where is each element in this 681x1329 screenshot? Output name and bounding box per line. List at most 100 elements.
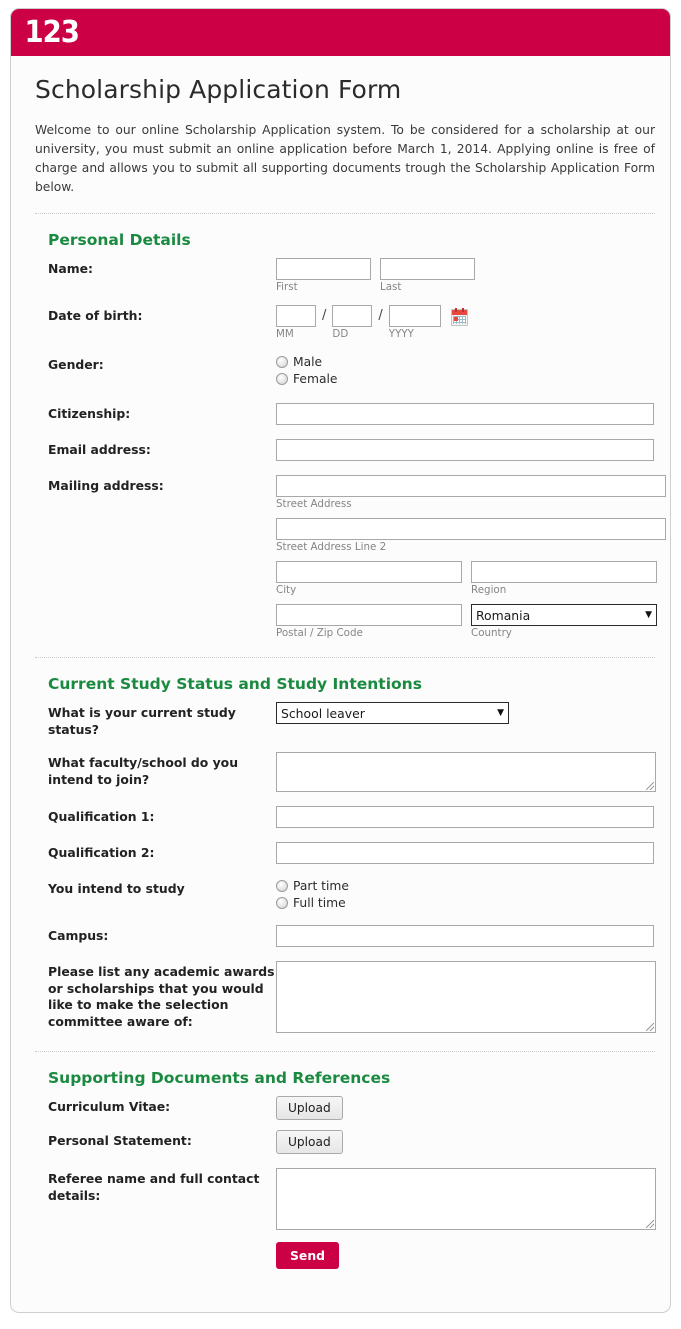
divider-personal [35,657,655,659]
divider-study [35,1051,655,1053]
form-card: 123 Scholarship Application Form Welcome… [10,8,671,1313]
first-name-input[interactable] [276,258,371,281]
label-email-address: Email address: [48,442,151,458]
street-address-2-sublabel: Street Address Line 2 [276,541,387,554]
page-title: Scholarship Application Form [35,75,402,104]
field-row-referee: Referee name and full contact details: S… [48,1168,656,1270]
label-study-status: What is your current study status? [48,705,236,737]
send-button[interactable]: Send [276,1242,340,1270]
dob-month-group: MM [276,305,316,340]
street-address-sublabel: Street Address [276,498,352,511]
street-address-2-input[interactable] [276,518,666,541]
gender-option-female-label: Female [293,372,338,387]
radio-female-icon[interactable] [276,373,288,386]
calendar-icon-marker [453,317,458,322]
study-status-select-value: School leaver [281,705,365,721]
section-heading-study: Current Study Status and Study Intention… [48,675,422,694]
intend-option-part-time[interactable]: Part time [276,879,653,893]
dob-year-sublabel: YYYY [388,328,414,341]
region-input[interactable] [471,561,657,584]
label-personal-statement: Personal Statement: [48,1133,192,1149]
postal-country-row: Postal / Zip Code Romania ▼ Country [276,604,666,639]
country-sublabel: Country [471,627,512,640]
field-row-intend-to-study: You intend to study Part time Full time [48,878,653,913]
faculty-textarea-wrap [276,752,656,793]
city-group: City [276,561,462,596]
brand-logo: 123 [24,14,79,50]
send-button-wrap: Send [276,1242,656,1270]
email-input[interactable] [276,439,654,462]
label-awards: Please list any academic awards or schol… [48,964,275,1029]
gender-option-female[interactable]: Female [276,372,653,386]
region-sublabel: Region [471,584,507,597]
upload-statement-button[interactable]: Upload [276,1130,343,1155]
intend-option-part-time-label: Part time [293,879,349,894]
radio-full-time-icon[interactable] [276,897,288,910]
city-region-row: City Region [276,561,666,596]
postal-code-input[interactable] [276,604,462,627]
study-status-select[interactable]: School leaver ▼ [276,702,509,725]
dob-day-input[interactable] [332,305,373,328]
dob-separator-1: / [322,308,327,324]
field-row-citizenship: Citizenship: [48,403,654,426]
street-address-group: Street Address [276,475,666,510]
field-row-gender: Gender: Male Female [48,354,653,389]
name-first-group: First [276,258,371,293]
label-campus: Campus: [48,928,109,944]
faculty-textarea[interactable] [276,752,656,793]
qualification-2-input[interactable] [276,842,654,865]
calendar-icon-ring-right [461,308,464,313]
field-row-email: Email address: [48,439,654,462]
chevron-down-icon: ▼ [497,708,504,719]
section-heading-personal: Personal Details [48,231,191,250]
calendar-icon[interactable] [450,308,468,327]
divider-top [35,213,655,215]
referee-textarea[interactable] [276,1168,656,1231]
field-row-qualification-2: Qualification 2: [48,842,654,865]
postal-code-sublabel: Postal / Zip Code [276,627,363,640]
dob-year-input[interactable] [388,305,441,328]
label-curriculum-vitae: Curriculum Vitae: [48,1099,171,1115]
dob-day-group: DD [332,305,373,340]
radio-male-icon[interactable] [276,356,288,369]
field-row-faculty: What faculty/school do you intend to joi… [48,752,656,793]
intend-radio-group: Part time Full time [276,878,653,910]
field-row-study-status: What is your current study status? Schoo… [48,702,653,738]
first-name-sublabel: First [276,281,298,294]
radio-part-time-icon[interactable] [276,880,288,893]
field-row-qualification-1: Qualification 1: [48,806,654,829]
intend-option-full-time-label: Full time [293,896,346,911]
dob-year-group: YYYY [388,305,441,341]
chevron-down-icon: ▼ [645,610,652,621]
label-mailing-address: Mailing address: [48,478,164,494]
field-row-campus: Campus: [48,925,654,948]
gender-option-male-label: Male [293,355,323,370]
section-heading-documents: Supporting Documents and References [48,1069,391,1088]
brand-header: 123 [11,9,670,56]
citizenship-input[interactable] [276,403,654,426]
country-select[interactable]: Romania ▼ [471,604,657,627]
form-body: Scholarship Application Form Welcome to … [11,75,670,1270]
dob-month-input[interactable] [276,305,316,328]
gender-option-male[interactable]: Male [276,355,653,369]
label-referee: Referee name and full contact details: [48,1171,260,1203]
last-name-sublabel: Last [380,281,402,294]
upload-cv-button[interactable]: Upload [276,1096,343,1121]
label-name: Name: [48,261,94,277]
field-row-awards: Please list any academic awards or schol… [48,961,656,1034]
country-group: Romania ▼ Country [471,604,657,639]
label-intend-to-study: You intend to study [48,881,185,897]
last-name-input[interactable] [380,258,475,281]
name-last-group: Last [380,258,475,293]
intend-option-full-time[interactable]: Full time [276,896,653,910]
calendar-icon-ring-left [454,308,457,313]
label-gender: Gender: [48,357,104,373]
awards-textarea[interactable] [276,961,656,1034]
field-row-cv: Curriculum Vitae: Upload [48,1096,653,1121]
street-address-input[interactable] [276,475,666,498]
field-row-personal-statement: Personal Statement: Upload [48,1130,653,1155]
city-input[interactable] [276,561,462,584]
dob-month-sublabel: MM [276,328,294,341]
qualification-1-input[interactable] [276,806,654,829]
campus-input[interactable] [276,925,654,948]
